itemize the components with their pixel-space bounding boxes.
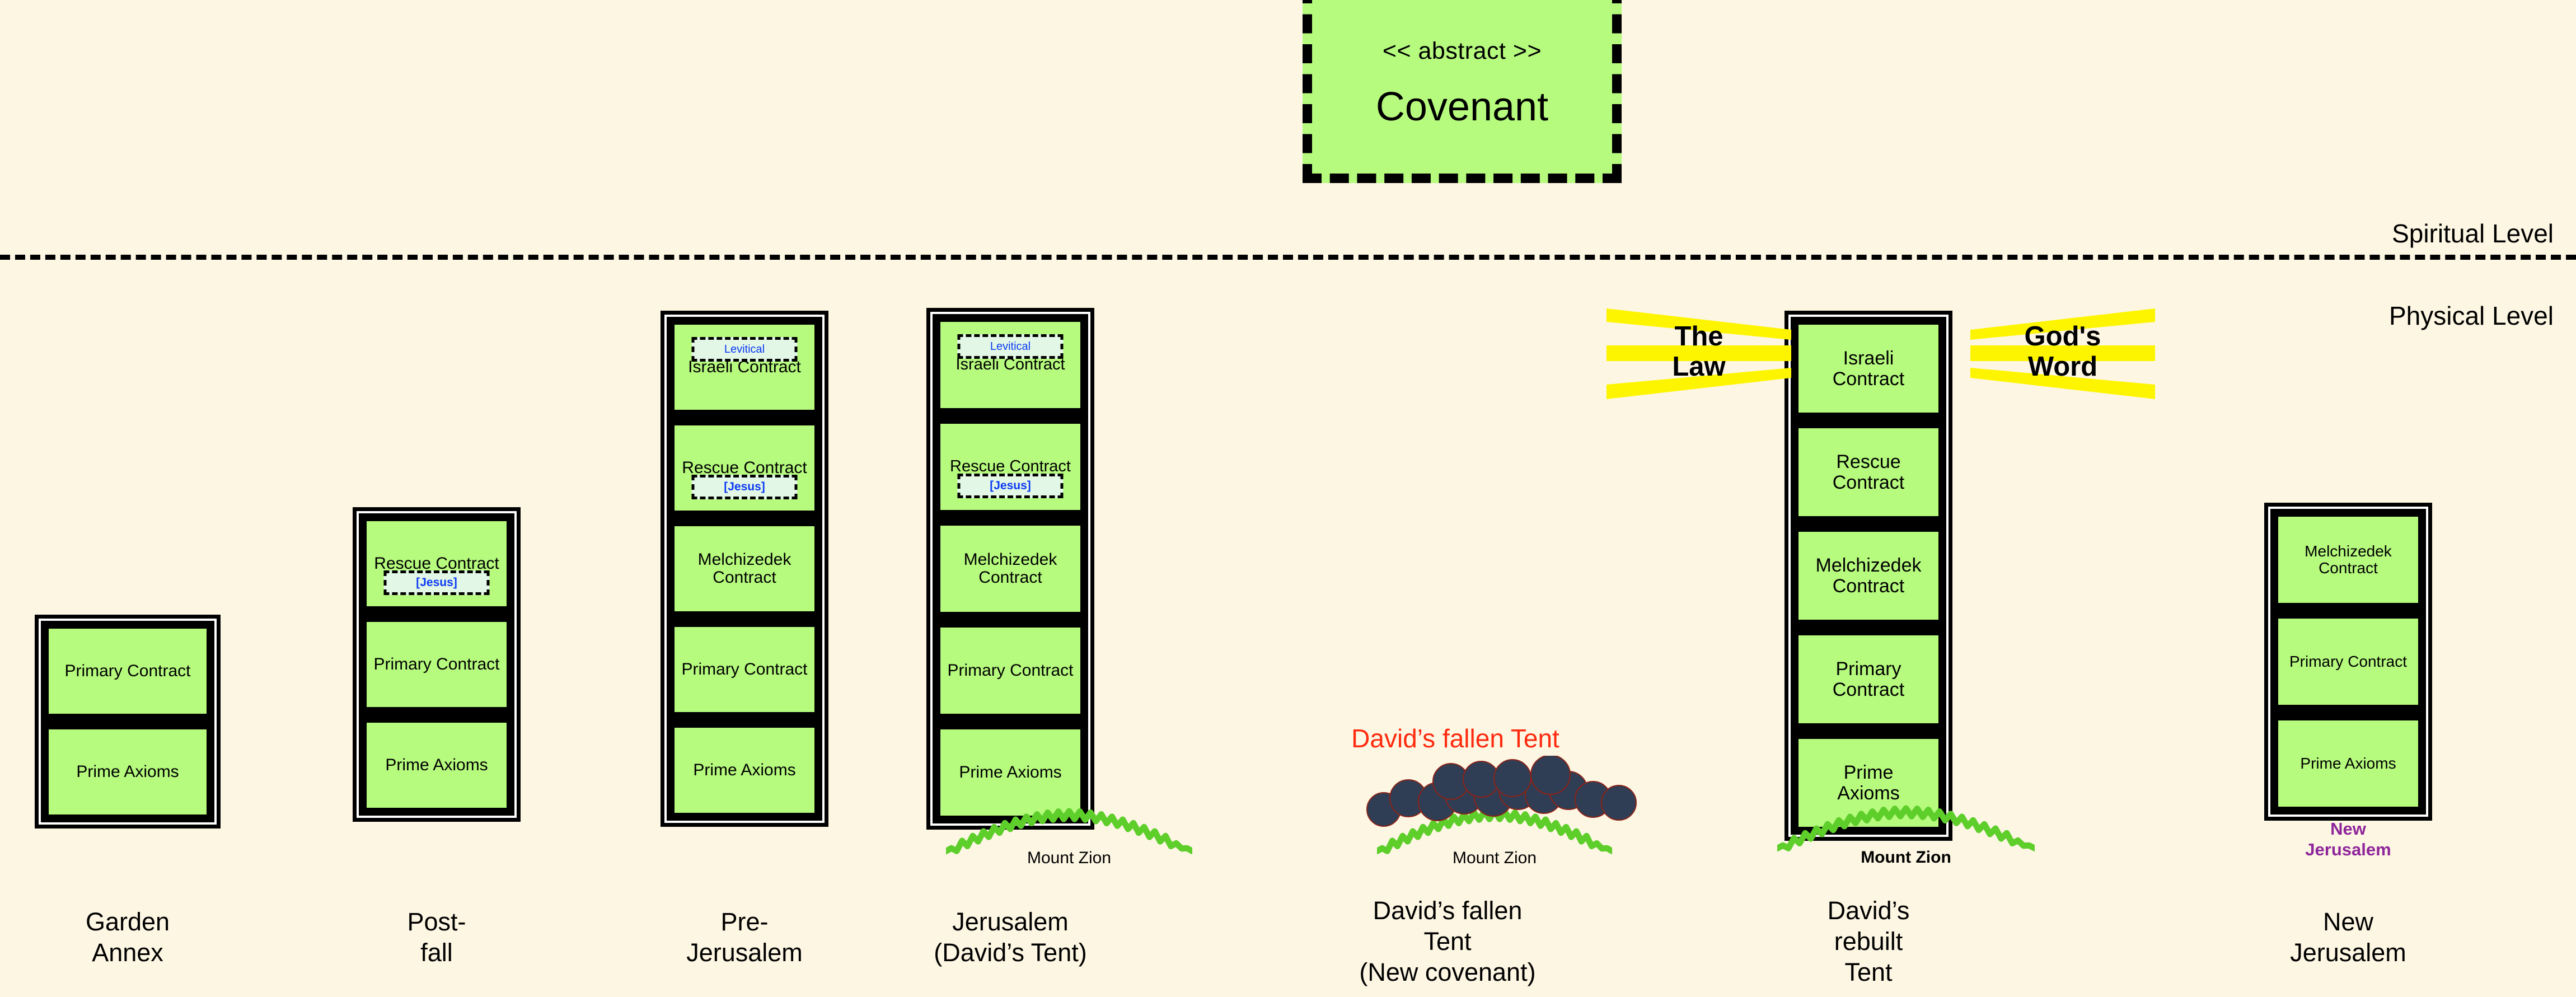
contract-cell-label: Melchizedek Contract bbox=[697, 550, 791, 587]
rays-the-law: The Law bbox=[1607, 305, 1791, 403]
contract-cell-label: Israeli Contract bbox=[1832, 347, 1905, 390]
contract-cell[interactable]: Primary Contract bbox=[669, 622, 819, 717]
contract-cell-label: Prime Axioms bbox=[2300, 754, 2396, 772]
contract-cell[interactable]: Rescue Contract [Jesus] bbox=[669, 420, 819, 516]
contract-cell-label: Prime Axioms bbox=[385, 755, 488, 774]
contract-cell[interactable]: Israeli Contract bbox=[1793, 320, 1943, 418]
contract-cell[interactable]: Primary Contract bbox=[2273, 614, 2423, 710]
the-law-label: The Law bbox=[1672, 321, 1726, 382]
subtag-label: [Jesus] bbox=[416, 576, 457, 589]
contract-stack-new-jerusalem: Melchizedek Contract Primary Contract Prim… bbox=[2264, 503, 2432, 821]
contract-cell-label: Prime Axioms bbox=[1837, 761, 1900, 804]
gods-word-label: God's Word bbox=[2024, 321, 2101, 382]
contract-cell-label: Rescue Contract bbox=[1832, 451, 1905, 493]
spiritual-level-label: Spiritual Level bbox=[2392, 219, 2554, 248]
subtag-label: [Jesus] bbox=[990, 479, 1031, 492]
contract-cell-label: Primary Contract bbox=[947, 661, 1074, 680]
contract-cell-label: Prime Axioms bbox=[76, 762, 179, 781]
contract-cell-label: Prime Axioms bbox=[959, 762, 1062, 781]
contract-cell[interactable]: Primary Contract bbox=[362, 617, 512, 712]
column-caption-davids-fallen-tent: David’s fallen Tent (New covenant) bbox=[1359, 896, 1536, 986]
rays-gods-word: God's Word bbox=[1970, 305, 2155, 403]
covenant-abstract-box[interactable]: << abstract >> Covenant bbox=[1303, 0, 1622, 183]
mount-zion-davids-rebuilt-tent: Mount Zion bbox=[1777, 803, 2035, 870]
contract-cell[interactable]: Rescue Contract bbox=[1793, 423, 1943, 521]
subtag-label: [Jesus] bbox=[724, 480, 765, 493]
contract-cell[interactable]: Melchizedek Contract bbox=[935, 521, 1085, 617]
contract-cell-label: Rescue Contract bbox=[950, 457, 1071, 476]
mount-zion-jerusalem-davids-tent: Mount Zion bbox=[946, 806, 1192, 873]
contract-cell[interactable]: Rescue Contract [Jesus] bbox=[362, 516, 512, 611]
contract-cell[interactable]: Primary Contract bbox=[44, 624, 212, 719]
subtag-label: Levitical bbox=[724, 343, 765, 355]
contract-stack-jerusalem-davids-tent: Israeli Contract Levitical Rescue Contract… bbox=[926, 308, 1094, 830]
contract-cell-label: Primary Contract bbox=[681, 659, 808, 678]
subtag-levitical[interactable]: Levitical bbox=[691, 337, 798, 362]
contract-cell[interactable]: Israeli Contract Levitical bbox=[669, 320, 819, 415]
contract-cell[interactable]: Primary Contract bbox=[935, 622, 1085, 719]
mount-zion-label: Mount Zion bbox=[1861, 848, 1951, 867]
subtag-jesus[interactable]: [Jesus] bbox=[383, 570, 490, 595]
subtag-jesus[interactable]: [Jesus] bbox=[957, 474, 1064, 498]
contract-cell[interactable]: Israeli Contract Levitical bbox=[935, 317, 1085, 413]
level-divider-line bbox=[0, 255, 2576, 260]
contract-cell[interactable]: Prime Axioms bbox=[362, 718, 512, 813]
contract-cell[interactable]: Prime Axioms bbox=[44, 724, 212, 820]
covenant-stereotype: << abstract >> bbox=[1382, 38, 1542, 64]
contract-cell[interactable]: Prime Axioms bbox=[669, 723, 819, 818]
rubble-pile bbox=[1366, 756, 1646, 834]
contract-cell-label: Primary Contract bbox=[373, 654, 500, 673]
contract-cell-label: Primary Contract bbox=[2289, 652, 2408, 670]
contract-cell-label: Melchizedek Contract bbox=[963, 550, 1057, 587]
fallen-tent-title: David’s fallen Tent bbox=[1351, 724, 1559, 753]
contract-cell[interactable]: Melchizedek Contract bbox=[1793, 527, 1943, 625]
contract-stack-pre-jerusalem: Israeli Contract Levitical Rescue Contract… bbox=[661, 311, 828, 827]
column-caption-garden-annex: Garden Annex bbox=[85, 907, 170, 967]
contract-cell-label: Primary Contract bbox=[1832, 658, 1905, 700]
mount-zion-label: Mount Zion bbox=[1452, 849, 1537, 867]
contract-cell[interactable]: Melchizedek Contract bbox=[669, 521, 819, 616]
subtag-label: Levitical bbox=[990, 340, 1031, 353]
contract-cell[interactable]: Melchizedek Contract bbox=[2273, 512, 2423, 608]
contract-cell-label: Primary Contract bbox=[64, 661, 191, 680]
contract-cell-label: Melchizedek Contract bbox=[1815, 554, 1922, 597]
contract-stack-davids-rebuilt-tent: Israeli Contract Rescue Contract Melchized… bbox=[1785, 311, 1952, 841]
contract-stack-garden-annex: Primary Contract Prime Axioms bbox=[35, 615, 221, 829]
covenant-title: Covenant bbox=[1375, 85, 1549, 129]
contract-cell-label: Israeli Contract bbox=[956, 355, 1065, 374]
column-caption-post-fall: Post- fall bbox=[407, 907, 466, 967]
column-caption-jerusalem-davids-tent: Jerusalem (David’s Tent) bbox=[934, 907, 1087, 967]
diagram-canvas: << abstract >> Covenant Spiritual Level … bbox=[0, 0, 2576, 997]
contract-cell-label: Melchizedek Contract bbox=[2305, 542, 2392, 577]
column-caption-new-jerusalem: New Jerusalem bbox=[2290, 907, 2406, 967]
contract-cell-label: Prime Axioms bbox=[693, 760, 796, 779]
contract-cell[interactable]: Primary Contract bbox=[1793, 630, 1943, 728]
contract-stack-post-fall: Rescue Contract [Jesus] Primary Contract Pr… bbox=[353, 507, 521, 822]
contract-cell[interactable]: Rescue Contract [Jesus] bbox=[935, 419, 1085, 515]
column-caption-davids-rebuilt-tent: David’s rebuilt Tent bbox=[1827, 896, 1910, 986]
sublabel-new-jerusalem: New Jerusalem bbox=[2305, 819, 2391, 860]
subtag-jesus[interactable]: [Jesus] bbox=[691, 475, 798, 499]
mount-zion-label: Mount Zion bbox=[1027, 849, 1112, 867]
physical-level-label: Physical Level bbox=[2388, 301, 2554, 330]
contract-cell[interactable]: Prime Axioms bbox=[2273, 715, 2423, 812]
subtag-levitical[interactable]: Levitical bbox=[957, 334, 1064, 359]
